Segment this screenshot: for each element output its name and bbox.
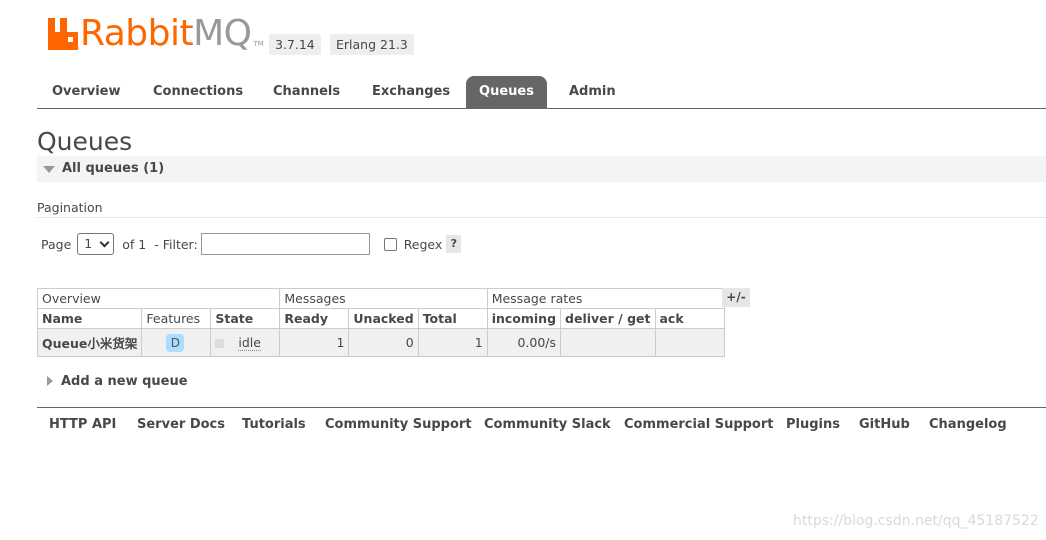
regex-help-icon[interactable]: ?	[446, 235, 462, 253]
logo-trademark: TM	[253, 40, 264, 48]
pagination-divider	[37, 217, 1046, 218]
footer-link-community-slack[interactable]: Community Slack	[484, 417, 611, 432]
rabbitmq-logo[interactable]: RabbitMQ TM	[48, 14, 264, 54]
pagination-controls: Page 1 of 1 - Filter: Regex ?	[41, 233, 462, 255]
tab-exchanges[interactable]: Exchanges	[357, 76, 465, 108]
column-features: Features	[141, 308, 212, 329]
rabbit-logo-icon	[48, 18, 78, 50]
logo-text-rabbit: Rabbit	[80, 13, 194, 54]
footer-divider	[37, 407, 1046, 408]
footer-link-server-docs[interactable]: Server Docs	[137, 417, 225, 432]
group-header-overview: Overview	[36, 288, 281, 309]
table-row: Queue小米货架 D idle 1 0 1 0.00/s	[36, 328, 725, 357]
logo-text: RabbitMQ	[80, 14, 252, 54]
column-incoming[interactable]: incoming	[486, 308, 562, 329]
footer-link-community-support[interactable]: Community Support	[325, 417, 472, 432]
queues-table: Overview Messages Message rates Name Fea…	[36, 288, 725, 357]
columns-toggle-button[interactable]: +/-	[722, 288, 750, 307]
durable-badge: D	[166, 333, 185, 352]
footer-link-changelog[interactable]: Changelog	[929, 417, 1007, 432]
tab-overview[interactable]: Overview	[37, 76, 136, 108]
version-badge: 3.7.14	[269, 34, 321, 55]
tab-channels[interactable]: Channels	[258, 76, 355, 108]
unacked-count: 0	[348, 328, 419, 357]
page-select-value: 1	[84, 236, 93, 251]
erlang-version-badge: Erlang 21.3	[330, 34, 414, 55]
queue-name-link[interactable]: Queue小米货架	[36, 328, 143, 357]
state-cell: idle	[210, 328, 281, 357]
pagination-label: Pagination	[37, 200, 103, 215]
deliver-get-rate	[560, 328, 656, 357]
chevron-down-icon	[99, 237, 110, 248]
collapse-triangle-icon	[43, 166, 55, 173]
group-header-message-rates: Message rates	[486, 288, 725, 309]
main-nav-tabs: Overview Connections Channels Exchanges …	[37, 76, 1046, 109]
watermark-text: https://blog.csdn.net/qq_45187522	[793, 513, 1039, 529]
footer-link-tutorials[interactable]: Tutorials	[242, 417, 306, 432]
regex-checkbox[interactable]	[383, 237, 397, 251]
footer-link-http-api[interactable]: HTTP API	[49, 417, 116, 432]
page-of-text: of 1	[122, 236, 147, 252]
regex-label: Regex	[403, 236, 443, 252]
all-queues-section-toggle[interactable]: All queues (1)	[37, 156, 1046, 182]
tab-admin[interactable]: Admin	[554, 76, 631, 108]
logo-text-mq: MQ	[193, 13, 252, 54]
tab-queues[interactable]: Queues	[466, 76, 547, 108]
features-cell: D	[141, 328, 212, 357]
column-name[interactable]: Name	[36, 308, 143, 329]
column-state[interactable]: State	[210, 308, 281, 329]
page-select[interactable]: 1	[77, 233, 115, 255]
filter-input[interactable]	[200, 233, 370, 255]
page-title: Queues	[37, 127, 133, 156]
section-title: All queues (1)	[62, 161, 165, 176]
ack-rate	[654, 328, 725, 357]
incoming-rate: 0.00/s	[486, 328, 562, 357]
footer-link-plugins[interactable]: Plugins	[786, 417, 840, 432]
column-deliver-get[interactable]: deliver / get	[560, 308, 656, 329]
expand-triangle-icon	[47, 376, 53, 386]
footer-link-commercial-support[interactable]: Commercial Support	[624, 417, 774, 432]
page-label: Page	[41, 236, 72, 252]
tab-connections[interactable]: Connections	[138, 76, 258, 108]
add-queue-section-toggle[interactable]: Add a new queue	[47, 374, 188, 389]
state-idle: idle	[238, 335, 261, 351]
ready-count: 1	[279, 328, 350, 357]
column-ready[interactable]: Ready	[279, 308, 350, 329]
column-unacked[interactable]: Unacked	[348, 308, 419, 329]
filter-label: - Filter:	[154, 236, 198, 252]
column-total[interactable]: Total	[417, 308, 488, 329]
total-count: 1	[417, 328, 488, 357]
state-indicator-icon	[215, 339, 225, 348]
column-ack[interactable]: ack	[654, 308, 725, 329]
group-header-messages: Messages	[279, 288, 488, 309]
add-queue-label: Add a new queue	[61, 374, 188, 389]
footer-link-github[interactable]: GitHub	[859, 417, 910, 432]
